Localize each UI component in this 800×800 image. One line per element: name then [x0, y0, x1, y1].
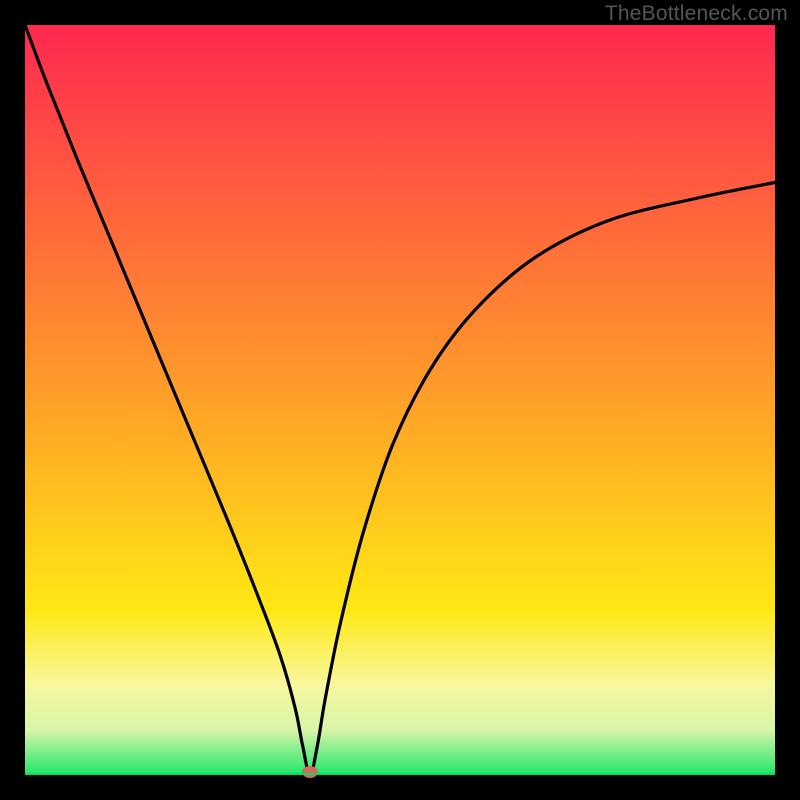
bottleneck-curve	[25, 25, 775, 775]
chart-frame: TheBottleneck.com	[0, 0, 800, 800]
minimum-marker	[302, 766, 318, 778]
watermark-text: TheBottleneck.com	[605, 2, 788, 26]
baseline	[25, 773, 775, 775]
curve-path	[25, 25, 775, 775]
plot-area	[25, 25, 775, 775]
